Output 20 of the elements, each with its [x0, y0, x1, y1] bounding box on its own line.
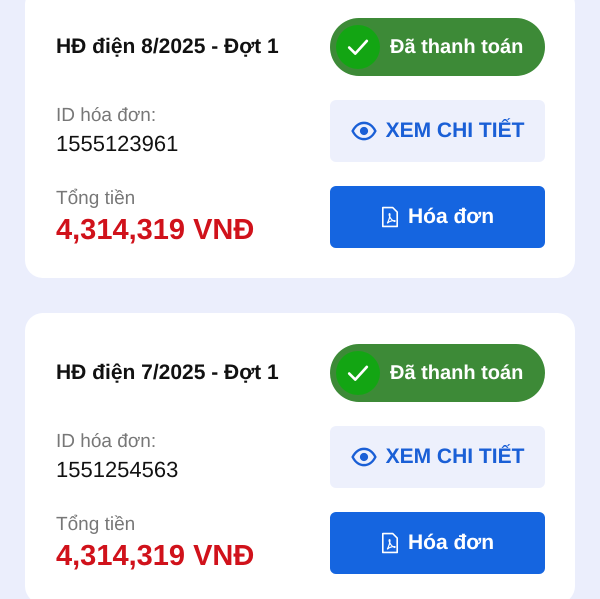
invoice-id: 1551254563	[56, 457, 178, 483]
status-badge: Đã thanh toán	[330, 344, 545, 402]
invoice-id: 1555123961	[56, 131, 178, 157]
field-label: ID hóa đơn:	[56, 431, 158, 453]
invoice-pdf-button[interactable]: Hóa đơn	[330, 512, 545, 574]
status-badge: Đã thanh toán	[330, 18, 545, 76]
total-amount: 4,314,319 VNĐ	[56, 540, 254, 572]
invoice-pdf-button[interactable]: Hóa đơn	[330, 186, 545, 248]
total-amount: 4,314,319 VNĐ	[56, 214, 254, 246]
field-label: ID hóa đơn:	[56, 105, 158, 127]
pdf-file-icon	[380, 532, 399, 554]
check-icon	[336, 351, 380, 395]
field-label: Tổng tiền	[56, 514, 136, 536]
pdf-file-icon	[380, 206, 399, 228]
view-details-button[interactable]: XEM CHI TIẾT	[330, 100, 545, 162]
field-label: Tổng tiền	[56, 188, 136, 210]
view-details-button[interactable]: XEM CHI TIẾT	[330, 426, 545, 488]
check-icon	[336, 25, 380, 69]
invoice-title: HĐ điện 7/2025 - Đợt 1	[56, 361, 279, 385]
invoice-title: HĐ điện 8/2025 - Đợt 1	[56, 35, 279, 59]
